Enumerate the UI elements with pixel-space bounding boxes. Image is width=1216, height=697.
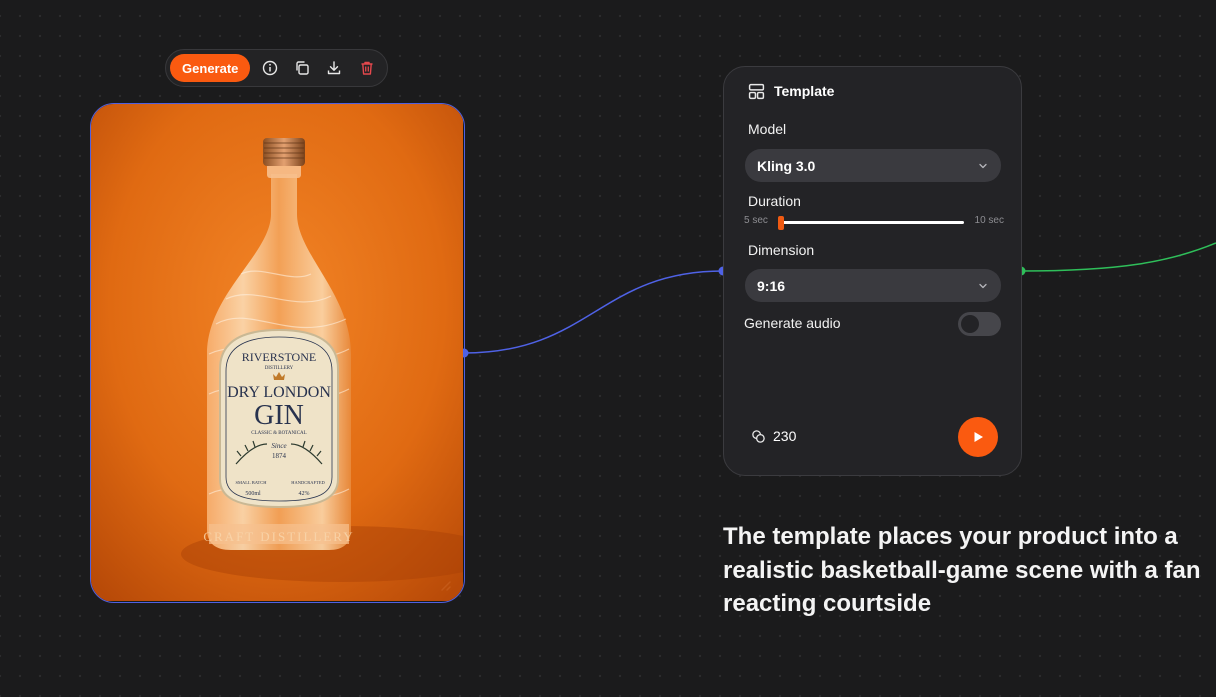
output-wire (1020, 242, 1216, 272)
coins-icon (752, 429, 765, 443)
chevron-down-icon (979, 163, 987, 168)
generate-audio-toggle[interactable] (958, 312, 1001, 336)
embossed-text: CRAFT DISTILLERY (203, 529, 354, 544)
generate-audio-label: Generate audio (744, 315, 841, 331)
model-label: Model (748, 121, 787, 137)
label-sub: DISTILLERY (265, 366, 294, 371)
dimension-select[interactable]: 9:16 (745, 269, 1001, 302)
image-node[interactable]: RIVERSTONE DISTILLERY DRY LONDON GIN CLA… (90, 103, 465, 603)
trash-icon (361, 61, 373, 75)
info-icon (262, 60, 277, 76)
product-photo: RIVERSTONE DISTILLERY DRY LONDON GIN CLA… (91, 104, 463, 601)
label-brand: RIVERSTONE (242, 350, 316, 364)
dimension-label: Dimension (748, 242, 815, 258)
duration-max-label: 10 sec (974, 215, 1004, 226)
duration-label: Duration (748, 193, 801, 209)
download-button[interactable] (318, 54, 350, 82)
toggle-knob (961, 315, 979, 333)
template-description: The template places your product into a … (723, 523, 1201, 617)
label-year: 1874 (272, 452, 287, 460)
delete-button[interactable] (351, 54, 383, 82)
template-node[interactable]: Template Model Kling 3.0 Duration 5 sec … (723, 66, 1022, 476)
model-select[interactable]: Kling 3.0 (745, 149, 1001, 182)
resize-handle-icon[interactable] (436, 576, 452, 592)
panel-title: Template (774, 83, 835, 99)
duration-slider-track[interactable] (778, 216, 964, 230)
duplicate-button[interactable] (286, 54, 318, 82)
label-volume: 500ml (245, 491, 261, 497)
dimension-select-value: 9:16 (757, 277, 786, 294)
label-handcrafted: HANDCRAFTED (291, 480, 325, 485)
chevron-down-icon (979, 283, 987, 288)
template-icon (748, 83, 765, 99)
label-since: Since (271, 442, 286, 450)
panel-header: Template (748, 81, 834, 101)
label-small-batch: SMALL BATCH (236, 480, 268, 485)
label-tagline: CLASSIC & BOTANICAL (251, 431, 306, 436)
credits-display: 230 (751, 428, 796, 444)
info-button[interactable] (253, 54, 285, 82)
input-wire (463, 270, 724, 354)
download-icon (328, 61, 341, 75)
copy-icon (296, 61, 309, 75)
play-icon (974, 432, 983, 442)
credits-value: 230 (773, 428, 797, 444)
model-select-value: Kling 3.0 (757, 157, 816, 174)
duration-slider[interactable]: 5 sec 10 sec (744, 214, 1004, 230)
run-button[interactable] (958, 417, 998, 457)
duration-min-label: 5 sec (744, 215, 768, 226)
duration-slider-thumb[interactable] (778, 216, 784, 230)
label-abv: 42% (299, 491, 310, 497)
label-line2: GIN (254, 400, 304, 431)
generate-button[interactable]: Generate (170, 54, 251, 82)
label-line1: DRY LONDON (227, 384, 331, 401)
node-toolbar: Generate (165, 49, 388, 87)
